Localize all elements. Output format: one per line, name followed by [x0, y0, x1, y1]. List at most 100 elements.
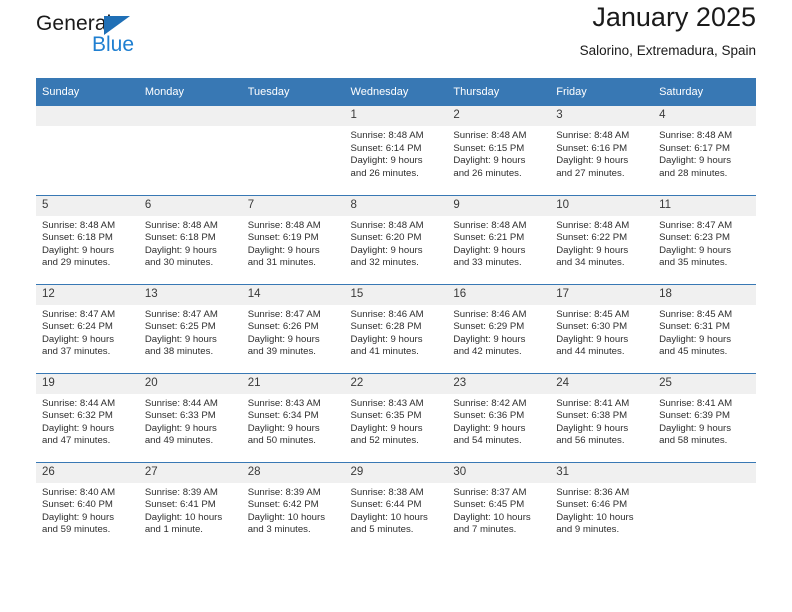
sunrise-text: Sunrise: 8:48 AM	[453, 130, 527, 141]
daylight-text-line2: and 59 minutes.	[42, 524, 111, 536]
calendar-day-cell[interactable]: 24 Sunrise: 8:41 AM Sunset: 6:38 PM Dayligh…	[550, 372, 654, 462]
calendar-day-cell[interactable]: 8 Sunrise: 8:48 AM Sunset: 6:20 PM Daylight…	[344, 194, 448, 284]
calendar-day-cell[interactable]: 29 Sunrise: 8:38 AM Sunset: 6:44 PM Dayligh…	[344, 461, 448, 552]
day-number: 31	[550, 462, 654, 483]
calendar-day-cell[interactable]: 31 Sunrise: 8:36 AM Sunset: 6:46 PM Dayligh…	[550, 461, 654, 551]
sunrise-text: Sunrise: 8:48 AM	[453, 219, 527, 231]
daylight-text-line2: and 26 minutes.	[453, 167, 522, 179]
day-cell-inner: 13 Sunrise: 8:47 AM Sunset: 6:25 PM Dayligh…	[138, 284, 242, 373]
calendar-day-cell[interactable]: 10 Sunrise: 8:48 AM Sunset: 6:22 PM Dayligh…	[550, 194, 654, 284]
daylight-text-line2: and 31 minutes.	[247, 257, 316, 269]
calendar-day-cell[interactable]: 30 Sunrise: 8:37 AM Sunset: 6:45 PM Dayligh…	[447, 461, 551, 552]
daylight-text-line1: Daylight: 9 hours	[659, 422, 732, 434]
calendar-day-cell[interactable]: 26 Sunrise: 8:40 AM Sunset: 6:40 PM Dayligh…	[36, 461, 139, 551]
calendar-day-cell[interactable]: 20 Sunrise: 8:44 AM Sunset: 6:33 PM Dayligh…	[138, 372, 242, 462]
calendar-day-cell[interactable]: 27 Sunrise: 8:39 AM Sunset: 6:41 PM Dayligh…	[138, 461, 242, 551]
day-number: 23	[447, 373, 551, 394]
daylight-text-line1: Daylight: 9 hours	[42, 511, 114, 523]
calendar-day-cell[interactable]: 12 Sunrise: 8:47 AM Sunset: 6:24 PM Dayligh…	[36, 283, 139, 373]
daylight-text-line1: Daylight: 9 hours	[247, 244, 320, 256]
sunrise-text: Sunrise: 8:45 AM	[556, 308, 630, 320]
day-details: Sunrise: 8:39 AM Sunset: 6:42 PM Daylight:…	[242, 483, 345, 537]
sunrise-text: Sunrise: 8:45 AM	[659, 308, 733, 320]
sunrise-text: Sunrise: 8:48 AM	[350, 219, 424, 231]
sunset-text: Sunset: 6:32 PM	[42, 410, 113, 422]
calendar-day-cell[interactable]: 16 Sunrise: 8:46 AM Sunset: 6:29 PM Dayligh…	[447, 283, 551, 373]
day-cell-inner: 30 Sunrise: 8:37 AM Sunset: 6:45 PM Dayligh…	[447, 462, 551, 552]
calendar-day-cell[interactable]: 23 Sunrise: 8:42 AM Sunset: 6:36 PM Dayligh…	[447, 372, 551, 462]
day-cell-inner	[241, 106, 345, 195]
calendar-day-cell[interactable]: 1 Sunrise: 8:48 AM Sunset: 6:14 PM Daylight…	[344, 106, 448, 195]
title-block: January 2025 Salorino, Extremadura, Spai…	[580, 0, 756, 62]
calendar-day-cell[interactable]: 13 Sunrise: 8:47 AM Sunset: 6:25 PM Dayligh…	[138, 283, 242, 373]
sunset-text: Sunset: 6:31 PM	[659, 321, 730, 333]
calendar-day-cell[interactable]: 11 Sunrise: 8:47 AM Sunset: 6:23 PM Dayligh…	[653, 194, 756, 284]
page-subtitle: Salorino, Extremadura, Spain	[579, 43, 756, 58]
calendar-day-cell[interactable]: 3 Sunrise: 8:48 AM Sunset: 6:16 PM Daylight…	[550, 106, 654, 195]
calendar-day-cell[interactable]: 6 Sunrise: 8:48 AM Sunset: 6:18 PM Daylight…	[138, 194, 242, 284]
calendar-day-cell[interactable]: 9 Sunrise: 8:48 AM Sunset: 6:21 PM Daylight…	[447, 194, 551, 284]
sunset-text: Sunset: 6:34 PM	[247, 410, 319, 422]
calendar-day-cell[interactable]: 17 Sunrise: 8:45 AM Sunset: 6:30 PM Dayligh…	[550, 283, 654, 373]
sunset-text: Sunset: 6:38 PM	[556, 410, 628, 422]
sunset-text: Sunset: 6:19 PM	[247, 232, 319, 244]
day-number: 11	[653, 195, 756, 216]
day-number: 9	[447, 195, 551, 216]
calendar-week-row: 19 Sunrise: 8:44 AM Sunset: 6:32 PM Dayligh…	[36, 372, 756, 462]
day-cell-inner: 18 Sunrise: 8:45 AM Sunset: 6:31 PM Dayligh…	[653, 284, 756, 373]
calendar-week-row: 12 Sunrise: 8:47 AM Sunset: 6:24 PM Dayligh…	[36, 283, 756, 373]
calendar-day-cell[interactable]: 19 Sunrise: 8:44 AM Sunset: 6:32 PM Dayligh…	[36, 372, 139, 462]
sunset-text: Sunset: 6:18 PM	[42, 232, 113, 244]
daylight-text-line2: and 3 minutes.	[247, 524, 311, 536]
day-number	[653, 462, 756, 483]
weekday-header-wednesday: Wednesday	[344, 78, 448, 106]
calendar-week-row: 26 Sunrise: 8:40 AM Sunset: 6:40 PM Dayligh…	[36, 461, 756, 552]
day-number: 30	[447, 462, 551, 483]
day-cell-inner: 4 Sunrise: 8:48 AM Sunset: 6:17 PM Daylight…	[653, 106, 756, 195]
sunset-text: Sunset: 6:17 PM	[659, 142, 730, 154]
day-number: 22	[344, 373, 448, 394]
day-number: 26	[36, 462, 139, 483]
day-cell-inner: 29 Sunrise: 8:38 AM Sunset: 6:44 PM Dayligh…	[344, 462, 448, 552]
sunset-text: Sunset: 6:21 PM	[453, 232, 525, 244]
day-cell-inner: 20 Sunrise: 8:44 AM Sunset: 6:33 PM Dayligh…	[138, 373, 242, 462]
day-number: 24	[550, 373, 654, 394]
sunrise-text: Sunrise: 8:36 AM	[556, 486, 630, 498]
sunrise-text: Sunrise: 8:38 AM	[350, 486, 424, 498]
day-details: Sunrise: 8:46 AM Sunset: 6:28 PM Daylight:…	[345, 305, 448, 359]
sunset-text: Sunset: 6:14 PM	[350, 142, 422, 154]
day-details: Sunrise: 8:47 AM Sunset: 6:25 PM Daylight:…	[139, 305, 242, 359]
day-number: 13	[138, 284, 242, 305]
calendar-day-cell[interactable]: 5 Sunrise: 8:48 AM Sunset: 6:18 PM Daylight…	[36, 194, 139, 284]
calendar-day-cell[interactable]: 21 Sunrise: 8:43 AM Sunset: 6:34 PM Dayligh…	[241, 372, 345, 462]
day-number: 5	[36, 195, 139, 216]
daylight-text-line1: Daylight: 9 hours	[453, 333, 526, 345]
calendar-day-cell[interactable]: 7 Sunrise: 8:48 AM Sunset: 6:19 PM Daylight…	[241, 194, 345, 284]
day-details: Sunrise: 8:37 AM Sunset: 6:45 PM Daylight:…	[447, 483, 550, 537]
calendar-week-row: 1 Sunrise: 8:48 AM Sunset: 6:14 PM Daylight…	[36, 106, 756, 195]
sunset-text: Sunset: 6:30 PM	[556, 321, 628, 333]
day-number: 21	[241, 373, 345, 394]
calendar-day-cell[interactable]: 18 Sunrise: 8:45 AM Sunset: 6:31 PM Dayligh…	[653, 283, 756, 373]
daylight-text-line2: and 39 minutes.	[247, 346, 316, 358]
calendar-day-cell[interactable]: 28 Sunrise: 8:39 AM Sunset: 6:42 PM Dayligh…	[241, 461, 345, 551]
calendar-day-cell[interactable]: 25 Sunrise: 8:41 AM Sunset: 6:39 PM Dayligh…	[653, 372, 756, 462]
day-number: 20	[138, 373, 242, 394]
sunset-text: Sunset: 6:45 PM	[453, 499, 525, 511]
day-number	[241, 106, 345, 126]
day-details: Sunrise: 8:43 AM Sunset: 6:34 PM Daylight:…	[242, 394, 345, 448]
calendar-day-cell[interactable]: 2 Sunrise: 8:48 AM Sunset: 6:15 PM Daylight…	[447, 106, 551, 195]
day-details: Sunrise: 8:44 AM Sunset: 6:33 PM Daylight:…	[139, 394, 242, 448]
calendar-day-cell[interactable]: 15 Sunrise: 8:46 AM Sunset: 6:28 PM Dayligh…	[344, 283, 448, 373]
daylight-text-line2: and 44 minutes.	[556, 346, 625, 358]
calendar-day-cell[interactable]: 22 Sunrise: 8:43 AM Sunset: 6:35 PM Dayligh…	[344, 372, 448, 462]
day-details: Sunrise: 8:48 AM Sunset: 6:18 PM Daylight:…	[36, 216, 139, 270]
page-header: General Blue January 2025 Salorino, Extr…	[36, 0, 756, 78]
day-number: 17	[550, 284, 654, 305]
calendar-day-cell[interactable]: 4 Sunrise: 8:48 AM Sunset: 6:17 PM Daylight…	[653, 106, 756, 195]
daylight-text-line2: and 47 minutes.	[42, 435, 111, 447]
daylight-text-line1: Daylight: 10 hours	[144, 511, 223, 523]
calendar-day-cell[interactable]: 14 Sunrise: 8:47 AM Sunset: 6:26 PM Dayligh…	[241, 283, 345, 373]
day-details: Sunrise: 8:48 AM Sunset: 6:21 PM Daylight:…	[447, 216, 550, 270]
day-details: Sunrise: 8:48 AM Sunset: 6:20 PM Daylight:…	[345, 216, 448, 270]
